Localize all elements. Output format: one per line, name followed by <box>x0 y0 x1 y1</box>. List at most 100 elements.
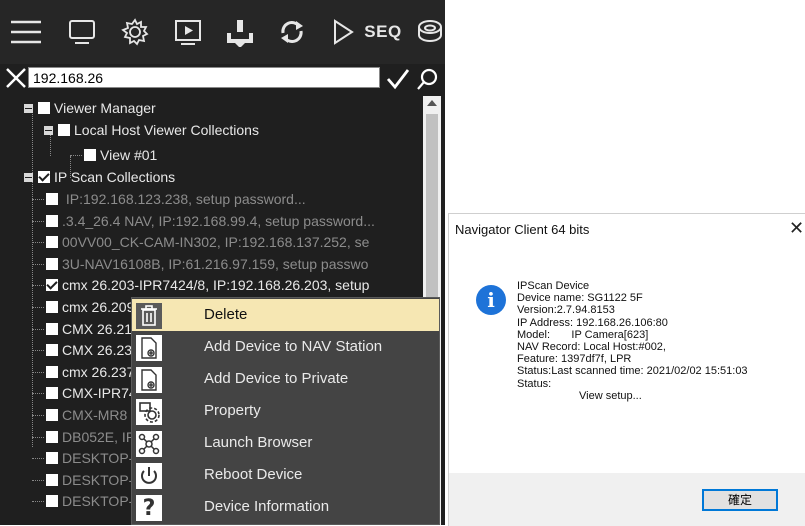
refresh-icon[interactable] <box>274 14 310 50</box>
device-label: cmx 26.209 <box>62 299 135 315</box>
checkbox[interactable] <box>46 214 58 227</box>
device-tree-panel: SEQ 192.168.26 Viewer Manager Local Host… <box>0 0 445 525</box>
checkbox[interactable] <box>46 452 58 465</box>
checkbox[interactable] <box>46 257 58 270</box>
message-line: Model: IP Camera[623] <box>517 328 649 341</box>
device-label: DESKTOP- <box>62 493 134 510</box>
device-tree-item[interactable]: CMX-IPR74 <box>32 382 137 404</box>
message-line: NAV Record: Local Host:#002, <box>517 341 666 354</box>
device-tree-item[interactable]: cmx 26.209 <box>32 296 135 318</box>
menu-item-property[interactable]: Property <box>132 395 439 427</box>
menu-item-delete[interactable]: Delete <box>132 299 439 331</box>
device-label: cmx 26.203-IPR7424/8, IP:192.168.26.203,… <box>62 277 370 294</box>
checkbox[interactable] <box>46 344 58 357</box>
checkbox-checked[interactable] <box>46 279 58 292</box>
device-label: DESKTOP- <box>62 471 134 488</box>
device-tree-item[interactable]: 3U-NAV16108B, IP:61.216.97.159, setup pa… <box>32 253 369 275</box>
device-tree-item[interactable]: DESKTOP- <box>32 469 134 491</box>
menu-item-device-info[interactable]: ? Device Information <box>132 491 439 523</box>
device-label: cmx 26.237 <box>62 363 135 380</box>
scroll-thumb[interactable] <box>426 114 438 314</box>
view-setup-link[interactable]: View setup... <box>517 390 748 402</box>
checkbox[interactable] <box>46 301 58 313</box>
menu-item-reboot[interactable]: Reboot Device <box>132 459 439 491</box>
menu-item-label: Launch Browser <box>204 434 313 451</box>
tree-node-view[interactable]: View #01 <box>84 144 157 166</box>
menu-item-label: Add Device to NAV Station <box>204 338 383 355</box>
ok-button[interactable]: 確定 <box>702 489 778 511</box>
close-icon[interactable]: ✕ <box>789 218 804 238</box>
device-label: DESKTOP- <box>62 450 134 467</box>
device-tree-item[interactable]: 00VV00_CK-CAM-IN302, IP:192.168.137.252,… <box>32 231 369 253</box>
device-label: IP:192.168.123.238, setup password... <box>62 191 306 207</box>
checkbox[interactable] <box>38 102 50 114</box>
device-label: 3U-NAV16108B, IP:61.216.97.159, setup pa… <box>62 255 369 272</box>
play-icon[interactable] <box>325 14 361 50</box>
collapse-icon[interactable] <box>24 104 33 113</box>
scroll-up-icon[interactable] <box>427 100 437 106</box>
checkbox[interactable] <box>46 409 58 421</box>
close-icon[interactable] <box>4 66 28 90</box>
trash-icon <box>136 303 162 329</box>
message-line: IPScan Device <box>517 280 590 292</box>
dialog-title: Navigator Client 64 bits <box>455 222 590 237</box>
device-label: CMX 26.21 <box>62 320 133 337</box>
device-tree-item[interactable]: cmx 26.203-IPR7424/8, IP:192.168.26.203,… <box>32 274 370 296</box>
collapse-icon[interactable] <box>44 126 53 135</box>
seq-button[interactable]: SEQ <box>360 14 406 50</box>
tree-node-viewer-manager[interactable]: Viewer Manager <box>24 97 156 119</box>
tree-node-local-host[interactable]: Local Host Viewer Collections <box>44 119 259 141</box>
message-line: Version:2.7.94.8153 <box>517 304 615 317</box>
checkbox[interactable] <box>46 387 58 400</box>
checkmark-icon[interactable] <box>386 67 410 91</box>
info-icon: i <box>476 285 506 315</box>
search-icon[interactable] <box>416 67 440 91</box>
checkbox[interactable] <box>46 430 58 443</box>
checkbox[interactable] <box>46 473 58 486</box>
database-icon[interactable] <box>412 14 445 50</box>
seq-label: SEQ <box>364 22 402 41</box>
device-tree-item[interactable]: DESKTOP- <box>32 490 134 512</box>
checkbox[interactable] <box>46 322 58 335</box>
device-tree-item[interactable]: IP:192.168.123.238, setup password... <box>32 188 306 210</box>
tree-node-label: Viewer Manager <box>54 100 156 116</box>
gear-icon[interactable] <box>117 14 153 50</box>
play-window-icon[interactable] <box>170 14 206 50</box>
device-tree-item[interactable]: cmx 26.237 <box>32 361 135 383</box>
device-tree-item[interactable]: CMX 26.23 <box>32 339 132 361</box>
device-tree-item[interactable]: DESKTOP- <box>32 447 134 469</box>
network-icon <box>136 431 162 457</box>
checkbox[interactable] <box>84 149 96 161</box>
search-input[interactable]: 192.168.26 <box>28 67 380 88</box>
device-label: DB052E, IP <box>62 428 136 445</box>
add-document-icon <box>136 335 162 361</box>
menu-item-add-private[interactable]: Add Device to Private <box>132 363 439 395</box>
tree-node-label: IP Scan Collections <box>54 169 176 185</box>
checkbox[interactable] <box>46 365 58 378</box>
device-tree-item[interactable]: DB052E, IP <box>32 426 136 448</box>
checkbox[interactable] <box>46 236 58 249</box>
checkbox[interactable] <box>58 124 70 136</box>
toolbar: SEQ <box>0 0 445 64</box>
tree-node-ip-scan[interactable]: IP Scan Collections <box>24 166 175 188</box>
device-tree-item[interactable]: CMX-MR8 <box>32 404 127 426</box>
checkbox[interactable] <box>46 495 58 508</box>
monitor-icon[interactable] <box>64 14 100 50</box>
menu-item-add-nav-station[interactable]: Add Device to NAV Station <box>132 331 439 363</box>
device-tree-item[interactable]: CMX 26.21 <box>32 318 133 340</box>
property-gear-icon <box>136 399 162 425</box>
checkbox-checked[interactable] <box>38 171 50 183</box>
device-label: .3.4_26.4 NAV, IP:192.168.99.4, setup pa… <box>62 212 375 229</box>
menu-item-launch-browser[interactable]: Launch Browser <box>132 427 439 459</box>
device-tree-item[interactable]: .3.4_26.4 NAV, IP:192.168.99.4, setup pa… <box>32 210 375 232</box>
menu-item-label: Reboot Device <box>204 466 303 483</box>
message-line: Feature: 1397df7f, LPR <box>517 353 632 366</box>
checkbox[interactable] <box>46 193 58 205</box>
message-line: Status: <box>517 377 552 390</box>
search-bar: 192.168.26 <box>0 64 445 92</box>
context-menu: Delete Add Device to NAV Station Add Dev… <box>131 297 440 525</box>
upload-station-icon[interactable] <box>222 14 258 50</box>
menu-icon[interactable] <box>8 14 44 50</box>
add-document-icon <box>136 367 162 393</box>
collapse-icon[interactable] <box>24 173 33 182</box>
